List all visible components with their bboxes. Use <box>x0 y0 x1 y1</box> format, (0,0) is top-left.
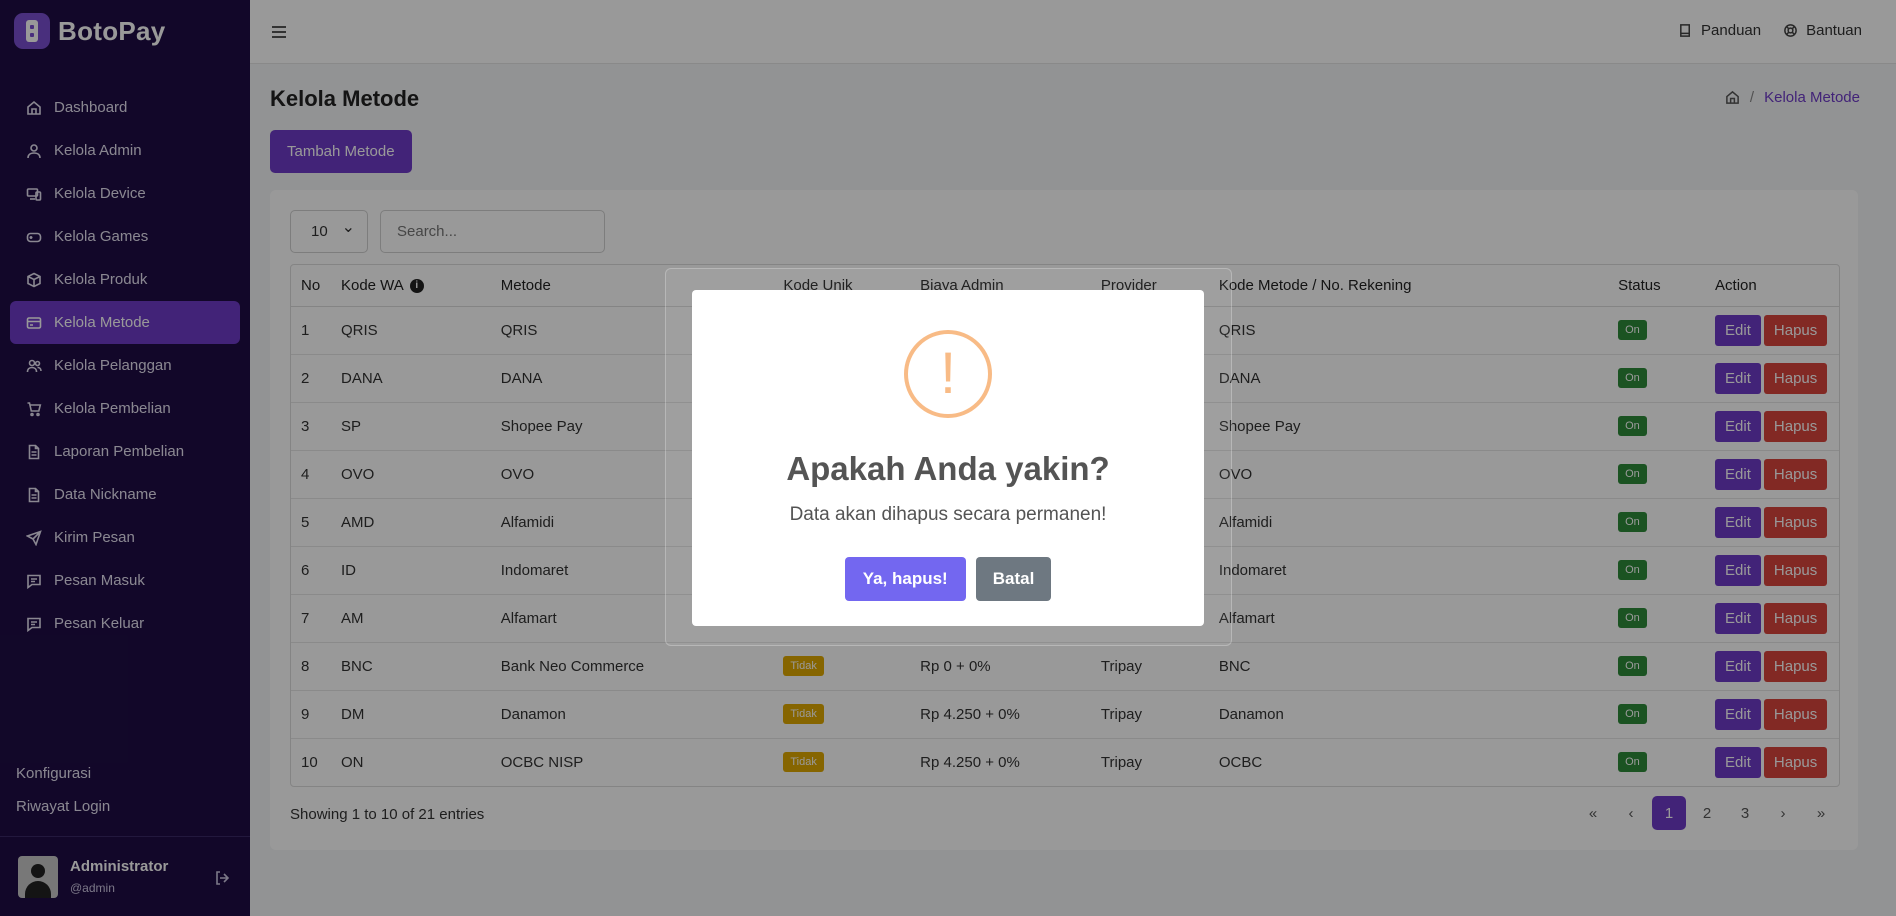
confirm-dialog: ! Apakah Anda yakin? Data akan dihapus s… <box>692 290 1204 626</box>
warning-icon: ! <box>904 330 992 418</box>
dialog-title: Apakah Anda yakin? <box>786 450 1110 487</box>
confirm-delete-button[interactable]: Ya, hapus! <box>844 557 966 601</box>
modal-backdrop[interactable]: ! Apakah Anda yakin? Data akan dihapus s… <box>0 0 1896 916</box>
cancel-button[interactable]: Batal <box>975 557 1052 601</box>
dialog-text: Data akan dihapus secara permanen! <box>789 504 1107 525</box>
